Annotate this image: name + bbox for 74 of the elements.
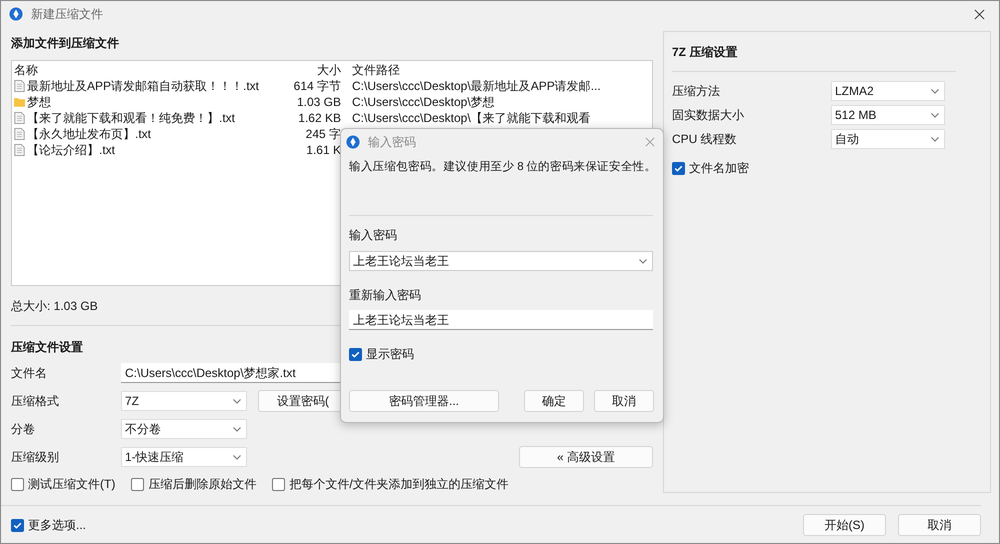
field-label: 重新输入密码 <box>349 287 422 304</box>
file-name[interactable]: 梦想 <box>27 94 51 110</box>
checkbox[interactable] <box>11 478 24 491</box>
section-heading: 添加文件到压缩文件 <box>11 35 119 52</box>
app-logo-icon <box>346 135 360 149</box>
checkbox-label[interactable]: 显示密码 <box>366 346 414 363</box>
field-label: 压缩级别 <box>11 448 60 466</box>
checkbox[interactable] <box>131 478 144 491</box>
column-header[interactable]: 大小 <box>266 62 341 78</box>
advanced-settings-button[interactable]: « 高级设置 <box>519 446 653 468</box>
field-label: 固实数据大小 <box>672 106 745 124</box>
checkbox-label[interactable]: 更多选项... <box>28 516 86 534</box>
caret-icon <box>233 454 241 460</box>
password-combo[interactable]: 上老王论坛当老王 <box>349 251 653 271</box>
field-label: 分卷 <box>11 420 36 438</box>
file-size: 245 字 <box>306 126 341 140</box>
document-icon <box>14 80 25 92</box>
file-name[interactable]: 【来了就能下载和观看！纯免费！】.txt <box>27 110 236 126</box>
column-header[interactable]: 名称 <box>14 62 266 78</box>
filename-field[interactable]: C:\Users\ccc\Desktop\梦想家.txt <box>121 363 341 383</box>
caret-icon <box>639 258 647 264</box>
document-icon <box>14 112 25 124</box>
file-size: 1.03 GB <box>296 95 341 109</box>
checkbox-label[interactable]: 把每个文件/文件夹添加到独立的压缩文件 <box>289 476 509 493</box>
checkbox[interactable] <box>11 518 24 532</box>
document-icon <box>14 144 25 156</box>
file-name[interactable]: 【永久地址发布页】.txt <box>27 126 152 142</box>
caret-icon <box>233 426 241 432</box>
total-size: 总大小: 1.03 GB <box>11 298 99 315</box>
level-dropdown[interactable]: 1-快速压缩 <box>121 447 247 467</box>
app-logo-icon <box>9 7 23 21</box>
file-size: 614 字节 <box>294 78 341 92</box>
field-label: 输入密码 <box>349 227 398 244</box>
caret-icon <box>931 88 939 94</box>
dialog-title: 输入密码 <box>368 134 416 150</box>
checkbox-label[interactable]: 文件名加密 <box>689 160 749 177</box>
settings-dropdown[interactable]: 自动 <box>831 129 945 149</box>
file-path: C:\Users\ccc\Desktop\最新地址及APP请发邮... <box>352 78 601 92</box>
format-dropdown[interactable]: 7Z <box>121 391 247 411</box>
checkbox-label[interactable]: 压缩后删除原始文件 <box>148 476 256 493</box>
column-header[interactable]: 文件路径 <box>341 62 400 78</box>
caret-icon <box>931 136 939 142</box>
document-icon <box>14 128 25 140</box>
settings-dropdown[interactable]: 512 MB <box>831 105 945 125</box>
field-label: 文件名 <box>11 364 48 382</box>
checkbox[interactable] <box>672 162 685 175</box>
section-heading: 压缩文件设置 <box>11 339 83 356</box>
caret-icon <box>931 112 939 118</box>
checkbox[interactable] <box>272 478 286 491</box>
folder-icon <box>14 96 25 108</box>
start-button[interactable]: 开始(S) <box>803 514 886 536</box>
file-path: C:\Users\ccc\Desktop\【来了就能下载和观看 <box>352 110 591 124</box>
file-size: 1.61 K <box>306 143 341 157</box>
password-field[interactable]: 上老王论坛当老王 <box>349 310 653 330</box>
section-heading: 7Z 压缩设置 <box>672 44 738 61</box>
password-manager-button[interactable]: 密码管理器... <box>349 390 499 412</box>
close-icon[interactable] <box>974 8 985 20</box>
cancel-button[interactable]: 取消 <box>594 390 654 412</box>
file-size: 1.62 KB <box>298 111 341 125</box>
file-name[interactable]: 【论坛介绍】.txt <box>27 142 116 158</box>
dialog-message: 输入压缩包密码。建议使用至少 8 位的密码来保证安全性。 <box>349 159 654 175</box>
split-dropdown[interactable]: 不分卷 <box>121 419 247 439</box>
checkbox[interactable] <box>349 348 362 361</box>
checkbox-label[interactable]: 测试压缩文件(T) <box>28 476 116 493</box>
field-label: CPU 线程数 <box>672 130 738 148</box>
file-name[interactable]: 最新地址及APP请发邮箱自动获取！！！.txt <box>27 78 260 94</box>
ok-button[interactable]: 确定 <box>524 390 584 412</box>
cancel-button[interactable]: 取消 <box>898 514 981 536</box>
field-label: 压缩格式 <box>11 392 60 410</box>
field-label: 压缩方法 <box>672 82 721 100</box>
settings-dropdown[interactable]: LZMA2 <box>831 81 945 101</box>
file-path: C:\Users\ccc\Desktop\梦想 <box>352 94 495 108</box>
window-title: 新建压缩文件 <box>31 6 103 22</box>
caret-icon <box>233 398 241 404</box>
